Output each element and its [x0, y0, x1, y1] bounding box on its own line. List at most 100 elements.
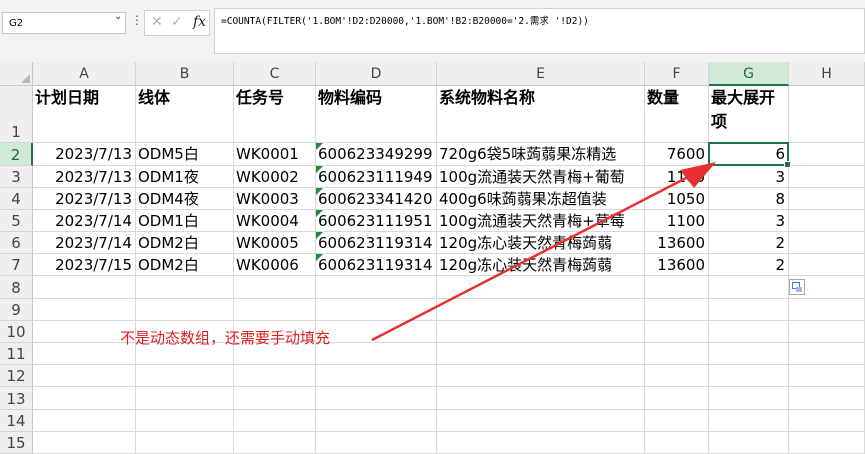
header-quantity[interactable]: 数量: [645, 86, 709, 143]
row-header-15[interactable]: 15: [0, 432, 33, 454]
column-header-d[interactable]: D: [316, 62, 437, 86]
cell-f5[interactable]: 1100: [645, 210, 709, 232]
cell-g12[interactable]: [709, 365, 789, 387]
cell-d4[interactable]: 600623341420: [316, 188, 437, 210]
cell-g4[interactable]: 8: [709, 188, 789, 210]
cell-c6[interactable]: WK0005: [234, 232, 316, 254]
cell-d6[interactable]: 600623119314: [316, 232, 437, 254]
cell-g10[interactable]: [709, 321, 789, 343]
cell-a6[interactable]: 2023/7/14: [33, 232, 136, 254]
cell-g9[interactable]: [709, 299, 789, 321]
more-options-icon[interactable]: ⋮: [131, 13, 143, 27]
cell-a14[interactable]: [33, 410, 136, 432]
cell-g2[interactable]: 6: [709, 143, 789, 166]
cell-e10[interactable]: [437, 321, 645, 343]
cell-g6[interactable]: 2: [709, 232, 789, 254]
cell-f14[interactable]: [645, 410, 709, 432]
cell-d12[interactable]: [316, 365, 437, 387]
cell-d8[interactable]: [316, 276, 437, 299]
cell-c13[interactable]: [234, 387, 316, 410]
row-header-13[interactable]: 13: [0, 387, 33, 410]
cell-a2[interactable]: 2023/7/13: [33, 143, 136, 166]
cell-f11[interactable]: [645, 343, 709, 365]
cell-h15[interactable]: [789, 432, 865, 454]
cell-e12[interactable]: [437, 365, 645, 387]
cell-a9[interactable]: [33, 299, 136, 321]
cell-f7[interactable]: 13600: [645, 254, 709, 276]
column-header-e[interactable]: E: [437, 62, 645, 86]
column-header-b[interactable]: B: [136, 62, 234, 86]
cell-b14[interactable]: [136, 410, 234, 432]
insert-function-icon[interactable]: fx: [193, 14, 206, 30]
cell-d14[interactable]: [316, 410, 437, 432]
cell-e11[interactable]: [437, 343, 645, 365]
cell-e6[interactable]: 120g冻心装天然青梅蒟蒻: [437, 232, 645, 254]
cell-g8[interactable]: [709, 276, 789, 299]
cell-a12[interactable]: [33, 365, 136, 387]
select-all-corner[interactable]: [0, 62, 33, 86]
cell-b3[interactable]: ODM1夜: [136, 166, 234, 188]
cell-h14[interactable]: [789, 410, 865, 432]
cell-d10[interactable]: [316, 321, 437, 343]
cell-b5[interactable]: ODM1白: [136, 210, 234, 232]
cell-h2[interactable]: [789, 143, 865, 166]
cell-d13[interactable]: [316, 387, 437, 410]
cell-b9[interactable]: [136, 299, 234, 321]
cell-d3[interactable]: 600623111949: [316, 166, 437, 188]
cell-b2[interactable]: ODM5白: [136, 143, 234, 166]
cell-b13[interactable]: [136, 387, 234, 410]
cell-g15[interactable]: [709, 432, 789, 454]
enter-icon[interactable]: ✓: [171, 14, 183, 30]
column-header-f[interactable]: F: [645, 62, 709, 86]
row-header-5[interactable]: 5: [0, 210, 33, 232]
cell-d2[interactable]: 600623349299: [316, 143, 437, 166]
cell-d15[interactable]: [316, 432, 437, 454]
cell-a15[interactable]: [33, 432, 136, 454]
cell-d9[interactable]: [316, 299, 437, 321]
cell-c8[interactable]: [234, 276, 316, 299]
cell-e3[interactable]: 100g流通装天然青梅+葡萄: [437, 166, 645, 188]
paste-options-icon[interactable]: [789, 279, 805, 295]
row-header-3[interactable]: 3: [0, 166, 33, 188]
cell-c2[interactable]: WK0001: [234, 143, 316, 166]
cell-c15[interactable]: [234, 432, 316, 454]
row-header-14[interactable]: 14: [0, 410, 33, 432]
cell-e5[interactable]: 100g流通装天然青梅+草莓: [437, 210, 645, 232]
cell-c12[interactable]: [234, 365, 316, 387]
cell-c9[interactable]: [234, 299, 316, 321]
cell-h9[interactable]: [789, 299, 865, 321]
cell-f2[interactable]: 7600: [645, 143, 709, 166]
cancel-icon[interactable]: ✕: [151, 14, 163, 30]
row-header-12[interactable]: 12: [0, 365, 33, 387]
cell-b6[interactable]: ODM2白: [136, 232, 234, 254]
row-header-4[interactable]: 4: [0, 188, 33, 210]
cell-g14[interactable]: [709, 410, 789, 432]
cell-d11[interactable]: [316, 343, 437, 365]
header-line[interactable]: 线体: [136, 86, 234, 143]
header-task-no[interactable]: 任务号: [234, 86, 316, 143]
cell-f13[interactable]: [645, 387, 709, 410]
cell-e9[interactable]: [437, 299, 645, 321]
cell-e8[interactable]: [437, 276, 645, 299]
cell-f15[interactable]: [645, 432, 709, 454]
cell-h12[interactable]: [789, 365, 865, 387]
row-header-6[interactable]: 6: [0, 232, 33, 254]
row-header-1[interactable]: 1: [0, 86, 33, 143]
cell-e13[interactable]: [437, 387, 645, 410]
cell-b8[interactable]: [136, 276, 234, 299]
cell-g7[interactable]: 2: [709, 254, 789, 276]
row-header-10[interactable]: 10: [0, 321, 33, 343]
cell-b12[interactable]: [136, 365, 234, 387]
cell-a13[interactable]: [33, 387, 136, 410]
cell-g11[interactable]: [709, 343, 789, 365]
cell-f12[interactable]: [645, 365, 709, 387]
row-header-9[interactable]: 9: [0, 299, 33, 321]
row-header-8[interactable]: 8: [0, 276, 33, 299]
cell-e7[interactable]: 120g冻心装天然青梅蒟蒻: [437, 254, 645, 276]
name-box-dropdown-icon[interactable]: ⌄: [114, 11, 122, 22]
cell-e14[interactable]: [437, 410, 645, 432]
cell-f4[interactable]: 1050: [645, 188, 709, 210]
cell-d5[interactable]: 600623111951: [316, 210, 437, 232]
cell-c14[interactable]: [234, 410, 316, 432]
cell-f10[interactable]: [645, 321, 709, 343]
